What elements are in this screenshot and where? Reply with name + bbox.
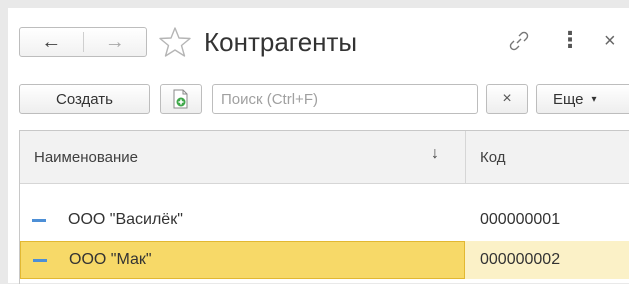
forward-button[interactable]: → [84, 28, 147, 56]
link-icon[interactable] [508, 30, 530, 52]
table-row[interactable]: ООО "Василёк" 000000001 [20, 201, 629, 239]
cell-name[interactable]: ООО "Мак" [20, 241, 465, 279]
navigation-group: ← → [19, 27, 147, 57]
form-header: ← → Контрагенты ⋮ × [8, 8, 629, 74]
item-marker-icon [33, 258, 47, 262]
counterparties-table: Наименование ↓ Код ООО "Василёк" 0000000… [19, 130, 629, 284]
create-button[interactable]: Создать [19, 84, 150, 114]
clear-search-button[interactable]: × [486, 84, 528, 114]
back-button[interactable]: ← [20, 28, 83, 56]
sort-descending-icon: ↓ [431, 145, 439, 162]
row-name-text: ООО "Василёк" [68, 211, 183, 228]
cell-code[interactable]: 000000001 [480, 201, 560, 239]
column-header-name-label: Наименование [34, 148, 138, 166]
cell-name[interactable]: ООО "Василёк" [20, 201, 465, 239]
column-header-code-label: Код [480, 148, 506, 166]
table-row-selected[interactable]: ООО "Мак" 000000002 [20, 241, 629, 279]
add-document-icon [173, 89, 188, 109]
item-marker-icon [32, 218, 46, 222]
column-separator[interactable] [465, 131, 466, 183]
more-actions-icon[interactable]: ⋮ [559, 25, 581, 55]
form-window: ← → Контрагенты ⋮ × Создать × Еще [8, 8, 629, 284]
more-menu-label: Еще [553, 90, 584, 108]
add-copy-button[interactable] [160, 84, 202, 114]
table-header: Наименование ↓ Код [20, 131, 629, 184]
create-button-label: Создать [55, 90, 113, 108]
row-code-text: 000000002 [480, 251, 561, 268]
column-header-code[interactable]: Код [480, 131, 506, 183]
more-menu-button[interactable]: Еще ▾ [536, 84, 629, 114]
row-name-text: ООО "Мак" [69, 251, 152, 268]
close-icon[interactable]: × [604, 26, 616, 56]
row-code-text: 000000001 [480, 211, 561, 228]
page-title: Контрагенты [204, 27, 358, 57]
clear-icon: × [502, 90, 512, 107]
search-input[interactable] [212, 84, 478, 114]
cell-code[interactable]: 000000002 [480, 241, 560, 279]
chevron-down-icon: ▾ [591, 93, 597, 105]
favorite-star-icon[interactable] [158, 25, 192, 59]
column-header-name[interactable]: Наименование [34, 131, 454, 183]
